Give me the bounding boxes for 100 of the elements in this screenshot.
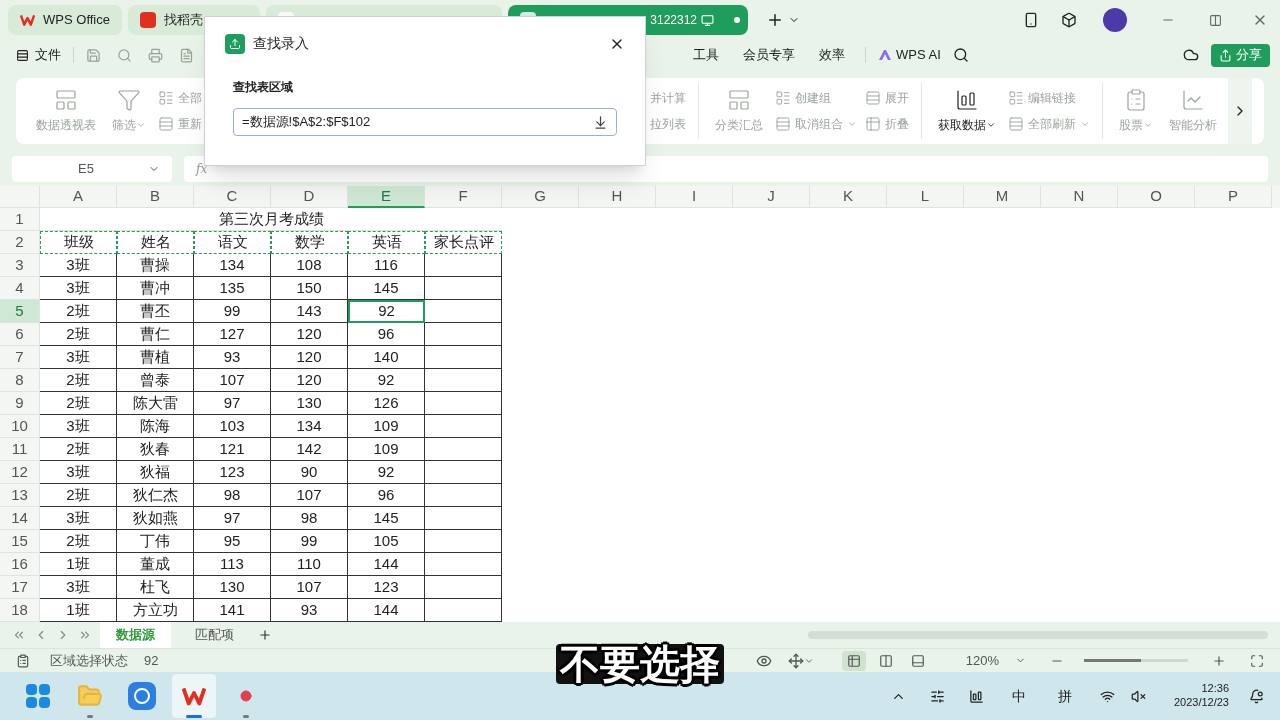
- table-cell: 98: [194, 484, 271, 507]
- column-header[interactable]: L: [887, 186, 964, 208]
- phone-icon[interactable]: [1023, 12, 1039, 28]
- row-header[interactable]: 5: [0, 300, 40, 323]
- column-header[interactable]: A: [40, 186, 117, 208]
- view-button[interactable]: [841, 650, 866, 671]
- table-cell: 数学: [271, 231, 348, 254]
- row-header[interactable]: 8: [0, 369, 40, 392]
- wps-logo-icon: [20, 12, 36, 28]
- ribbon-tool-icon: [54, 88, 78, 112]
- notification-icon[interactable]: [1249, 688, 1264, 704]
- cloud-icon[interactable]: [1183, 47, 1199, 63]
- document-tab[interactable]: WPS Office: [8, 5, 122, 35]
- fullscreen-icon[interactable]: [1250, 653, 1264, 668]
- menu-item[interactable]: 工具: [681, 45, 731, 65]
- row-header[interactable]: 12: [0, 461, 40, 484]
- row-header[interactable]: 4: [0, 277, 40, 300]
- column-header[interactable]: B: [117, 186, 194, 208]
- mute-icon[interactable]: [1130, 688, 1146, 704]
- menu-item[interactable]: 效率: [807, 45, 857, 65]
- table-cell: 107: [271, 484, 348, 507]
- table-cell: 姓名: [117, 231, 194, 254]
- avatar[interactable]: [1103, 8, 1127, 32]
- column-header[interactable]: G: [502, 186, 579, 208]
- column-header[interactable]: M: [964, 186, 1041, 208]
- preview-icon[interactable]: [179, 47, 194, 63]
- zoom-slider[interactable]: [1084, 659, 1188, 662]
- ai-menu[interactable]: WPS AI: [874, 45, 945, 65]
- table-cell: 123: [194, 461, 271, 484]
- table-cell: 96: [348, 323, 425, 346]
- table-cell: 107: [194, 369, 271, 392]
- cube-icon[interactable]: [1061, 12, 1077, 28]
- table-cell: 3班: [40, 254, 117, 277]
- record-icon: [240, 690, 252, 702]
- column-header[interactable]: N: [1041, 186, 1118, 208]
- row-header[interactable]: 6: [0, 323, 40, 346]
- row-header[interactable]: 2: [0, 231, 40, 254]
- column-header[interactable]: K: [810, 186, 887, 208]
- input-method-button[interactable]: 中: [1011, 685, 1026, 707]
- add-sheet-icon[interactable]: [258, 628, 272, 642]
- range-field[interactable]: =数据源!$A$2:$F$102: [233, 108, 617, 136]
- first-sheet-icon[interactable]: [12, 628, 26, 642]
- row-header[interactable]: 13: [0, 484, 40, 507]
- column-header[interactable]: I: [656, 186, 733, 208]
- name-box[interactable]: E5: [12, 156, 172, 182]
- locate-icon[interactable]: [787, 652, 804, 669]
- row-header[interactable]: 16: [0, 553, 40, 576]
- table-cell: 121: [194, 438, 271, 461]
- table-cell: 2班: [40, 300, 117, 323]
- ribbon-tool-icon: [158, 90, 174, 106]
- wifi-icon[interactable]: [1099, 688, 1115, 704]
- input-method-button[interactable]: 拼: [1057, 685, 1072, 707]
- table-cell: 109: [348, 415, 425, 438]
- column-header[interactable]: C: [194, 186, 271, 208]
- column-header[interactable]: H: [579, 186, 656, 208]
- column-header[interactable]: O: [1118, 186, 1195, 208]
- row-header[interactable]: 7: [0, 346, 40, 369]
- menu-item[interactable]: 会员专享: [731, 45, 807, 65]
- row-header[interactable]: 10: [0, 415, 40, 438]
- dialog-title: 查找录入: [253, 34, 309, 53]
- row-header[interactable]: 18: [0, 599, 40, 622]
- row-header[interactable]: 9: [0, 392, 40, 415]
- range-picker-icon[interactable]: [593, 114, 608, 130]
- macro-icon[interactable]: [16, 653, 30, 668]
- plus-icon: [766, 11, 784, 29]
- save-icon[interactable]: [86, 47, 101, 63]
- table-cell: 1班: [40, 553, 117, 576]
- print-icon[interactable]: [148, 47, 163, 63]
- row-header[interactable]: 17: [0, 576, 40, 599]
- table-cell: 145: [348, 507, 425, 530]
- last-sheet-icon[interactable]: [78, 628, 92, 642]
- column-header[interactable]: F: [425, 186, 502, 208]
- restore-icon[interactable]: [1209, 13, 1222, 27]
- clock[interactable]: 12:36 2023/12/23: [1173, 682, 1229, 710]
- column-header[interactable]: E: [348, 186, 425, 208]
- share-icon: [1219, 48, 1232, 62]
- bars-icon[interactable]: [968, 688, 984, 704]
- row-header[interactable]: 14: [0, 507, 40, 530]
- status-value: 92: [144, 651, 159, 670]
- search-icon[interactable]: [952, 47, 969, 63]
- column-header[interactable]: J: [733, 186, 810, 208]
- ribbon-tool-icon: [1181, 88, 1205, 112]
- taskbar-app[interactable]: [172, 674, 216, 718]
- row-header[interactable]: 15: [0, 530, 40, 553]
- table-cell: 3班: [40, 277, 117, 300]
- table-cell: 92: [348, 461, 425, 484]
- row-header[interactable]: 1: [0, 208, 40, 231]
- table-cell: 3班: [40, 346, 117, 369]
- sliders-icon[interactable]: [929, 688, 945, 704]
- zoom-in-icon[interactable]: [1212, 653, 1226, 668]
- sheet-tab[interactable]: 数据源: [100, 622, 171, 648]
- file-menu[interactable]: 文件: [16, 45, 61, 65]
- row-header[interactable]: 3: [0, 254, 40, 277]
- table-cell: 英语: [348, 231, 425, 254]
- ribbon-tool-icon: [1124, 88, 1148, 112]
- ribbon-button[interactable]: 获取数据: [930, 84, 1004, 138]
- sheet-tab[interactable]: 匹配项: [179, 622, 250, 648]
- row-header[interactable]: 11: [0, 438, 40, 461]
- zoom-value[interactable]: 120%: [965, 650, 999, 671]
- column-header[interactable]: P: [1195, 186, 1272, 208]
